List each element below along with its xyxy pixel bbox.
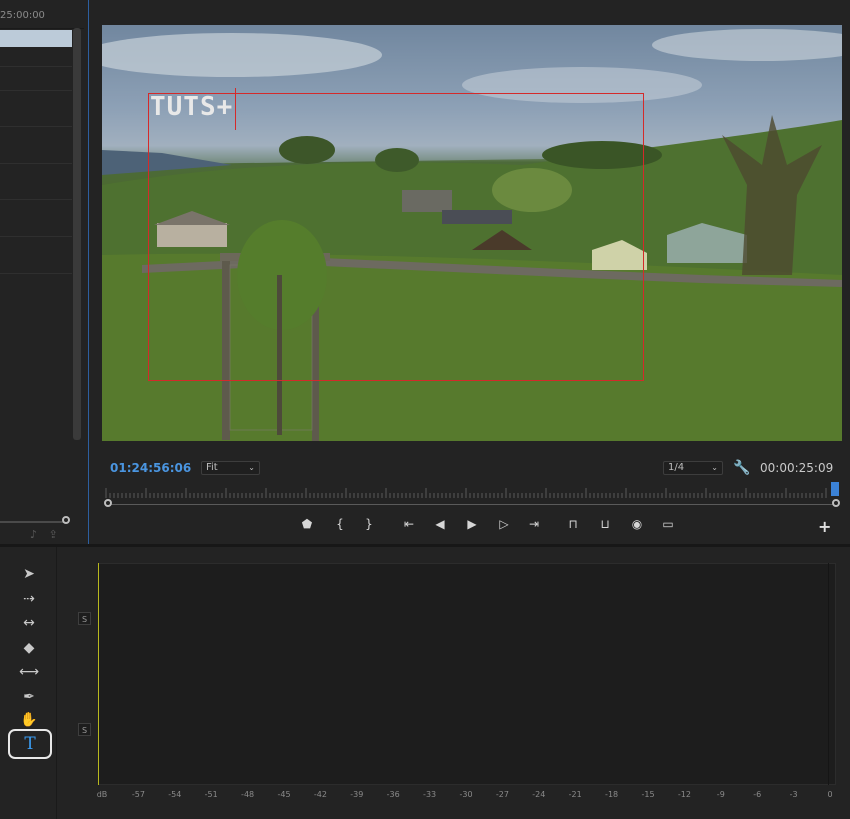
db-scale-label: -9: [716, 790, 725, 799]
slip-tool-icon[interactable]: ⟷: [16, 664, 42, 680]
db-scale-label: -39: [350, 790, 364, 799]
source-scrollbar[interactable]: [73, 28, 81, 440]
audio-icon[interactable]: ♪: [30, 528, 37, 541]
selected-list-item[interactable]: [0, 30, 72, 47]
title-safe-margin: [148, 93, 644, 381]
solo-button-right[interactable]: S: [78, 723, 91, 736]
source-footer-icons[interactable]: ♪ ⇪: [30, 528, 58, 541]
zoom-handle-right[interactable]: [832, 499, 840, 507]
db-scale-label: -6: [753, 790, 762, 799]
db-scale-label: 0: [827, 790, 833, 799]
db-scale-label: -30: [459, 790, 473, 799]
db-scale-label: -15: [641, 790, 655, 799]
step-back-icon[interactable]: ◀: [431, 517, 449, 531]
db-scale-label: dB: [96, 790, 108, 799]
list-row-divider: [0, 163, 72, 164]
out-point-icon[interactable]: }: [360, 517, 378, 531]
pen-tool-icon[interactable]: ✒: [16, 689, 42, 705]
extract-icon[interactable]: ⊔: [596, 517, 614, 531]
track-select-tool-icon[interactable]: ⇢: [16, 591, 42, 607]
time-ruler-ticks[interactable]: [102, 488, 842, 498]
resolution-select-value: 1/4: [668, 462, 685, 473]
audio-meter-scroll[interactable]: [828, 563, 837, 785]
go-to-in-icon[interactable]: ⇤: [400, 517, 418, 531]
zoom-select[interactable]: Fit ⌄: [201, 461, 260, 475]
export-frame-icon[interactable]: ◉: [628, 517, 646, 531]
db-scale-label: -57: [131, 790, 145, 799]
db-scale-label: -51: [204, 790, 218, 799]
marker-icon[interactable]: ⬟: [298, 517, 316, 531]
play-icon[interactable]: ▶: [463, 517, 481, 531]
db-scale-label: -48: [241, 790, 255, 799]
settings-wrench-icon[interactable]: 🔧: [733, 460, 750, 476]
audio-meter-level-line: [98, 563, 99, 785]
resolution-select[interactable]: 1/4 ⌄: [663, 461, 723, 475]
razor-tool-icon[interactable]: ◆: [16, 640, 42, 656]
db-scale-label: -24: [532, 790, 546, 799]
tools-panel: [0, 547, 57, 819]
lift-icon[interactable]: ⊓: [564, 517, 582, 531]
title-overlay-text[interactable]: TUTS+: [150, 92, 233, 122]
playhead[interactable]: [831, 482, 839, 496]
audio-meter-area: [98, 563, 836, 785]
db-scale: dB -57 -54 -51 -48 -45 -42 -39 -36 -33 -30 -27 -24 -2…: [97, 786, 837, 806]
db-scale-label: -42: [313, 790, 327, 799]
db-scale-label: -21: [568, 790, 582, 799]
step-forward-icon[interactable]: ▷: [495, 517, 513, 531]
export-icon[interactable]: ⇪: [49, 528, 58, 541]
list-row-divider: [0, 236, 72, 237]
button-editor-plus-icon[interactable]: +: [818, 517, 831, 536]
list-row-divider: [0, 66, 72, 67]
chevron-down-icon: ⌄: [711, 463, 718, 472]
ripple-edit-tool-icon[interactable]: ↔: [16, 615, 42, 631]
db-scale-label: -18: [605, 790, 619, 799]
db-scale-label: -54: [168, 790, 182, 799]
source-zoom-handle[interactable]: [62, 516, 70, 524]
list-row-divider: [0, 273, 72, 274]
zoom-scroll-bar[interactable]: [110, 504, 834, 505]
db-scale-label: -33: [423, 790, 437, 799]
db-scale-label: -45: [277, 790, 291, 799]
list-row-divider: [0, 90, 72, 91]
list-row-divider: [0, 126, 72, 127]
db-scale-label: -27: [495, 790, 509, 799]
solo-button-left[interactable]: S: [78, 612, 91, 625]
type-tool-icon[interactable]: T: [8, 729, 52, 759]
source-timecode: 25:00:00: [0, 10, 45, 21]
db-scale-label: -36: [386, 790, 400, 799]
zoom-select-value: Fit: [206, 462, 218, 473]
hand-tool-icon[interactable]: ✋: [16, 712, 42, 728]
db-scale-label: -12: [677, 790, 691, 799]
chevron-down-icon: ⌄: [248, 463, 255, 472]
db-scale-label: -3: [789, 790, 798, 799]
zoom-handle-left[interactable]: [104, 499, 112, 507]
go-to-out-icon[interactable]: ⇥: [525, 517, 543, 531]
in-point-icon[interactable]: {: [331, 517, 349, 531]
source-zoom-bar[interactable]: [0, 521, 66, 523]
text-cursor: [235, 88, 236, 130]
current-timecode[interactable]: 01:24:56:06: [110, 461, 191, 475]
list-row-divider: [0, 199, 72, 200]
selection-tool-icon[interactable]: ➤: [16, 566, 42, 582]
duration-timecode: 00:00:25:09: [760, 461, 834, 475]
comparison-view-icon[interactable]: ▭: [659, 517, 677, 531]
